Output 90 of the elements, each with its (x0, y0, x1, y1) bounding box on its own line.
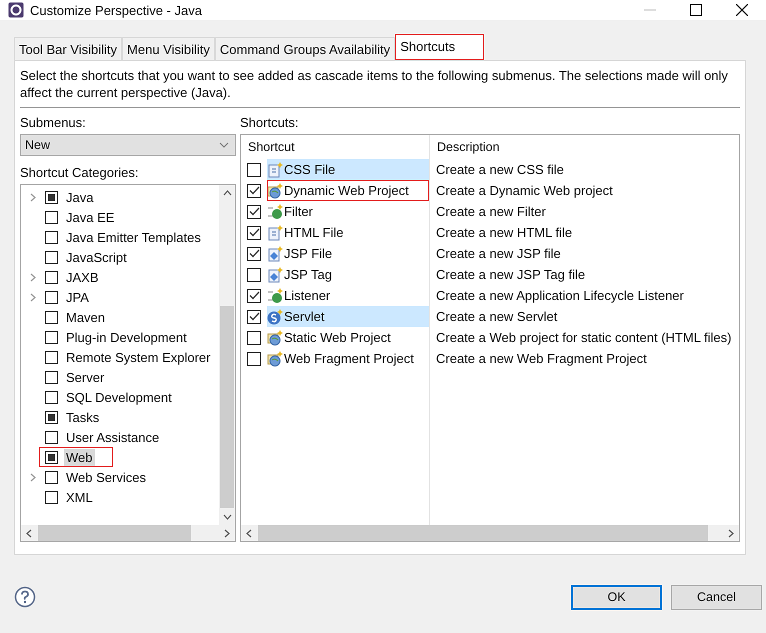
checkbox[interactable] (247, 330, 261, 344)
checkbox[interactable] (247, 352, 261, 366)
table-cell-text: Create a Web project for static content (HTML files) (435, 329, 732, 347)
table-cell-text: Create a new JSP file (435, 245, 562, 263)
category-item[interactable]: Java EE (64, 208, 116, 226)
checkbox[interactable] (45, 470, 58, 484)
shortcut-item[interactable]: CSS File (267, 159, 429, 180)
category-item[interactable]: SQL Development (64, 388, 174, 406)
dialog-button[interactable]: Cancel (671, 584, 762, 610)
checkbox[interactable] (45, 210, 58, 224)
submenus-label: Submenus: (20, 114, 87, 132)
tab[interactable]: Tool Bar Visibility (14, 37, 122, 60)
table-cell-text: Create a new Application Lifecycle Listener (435, 287, 685, 305)
category-item[interactable]: Server (64, 368, 106, 386)
category-item[interactable]: Java (64, 188, 96, 206)
checkbox[interactable] (45, 270, 58, 284)
category-item[interactable]: JavaScript (64, 248, 129, 266)
checkbox[interactable] (45, 450, 58, 464)
checkbox[interactable] (247, 310, 261, 324)
table-cell-text: Create a new HTML file (435, 224, 574, 242)
scrollbar[interactable] (21, 525, 235, 541)
category-item[interactable]: Remote System Explorer (64, 348, 212, 366)
category-item[interactable]: JPA (64, 288, 91, 306)
checkbox[interactable] (247, 204, 261, 218)
shortcut-item[interactable]: Filter (267, 201, 429, 222)
scroll-up-icon[interactable] (222, 190, 232, 196)
scroll-down-icon[interactable] (222, 514, 232, 520)
chevron-down-icon (219, 142, 229, 148)
tab[interactable]: Menu Visibility (122, 37, 215, 60)
table-cell-text: Create a new Web Fragment Project (435, 350, 648, 368)
shortcuts-label: Shortcuts: (240, 114, 300, 132)
shortcut-item[interactable]: HTML File (267, 222, 429, 243)
shortcut-item[interactable]: Dynamic Web Project (267, 180, 429, 201)
checkbox[interactable] (45, 330, 58, 344)
table-cell-text: Create a new CSS file (435, 161, 565, 179)
checkbox[interactable] (45, 290, 58, 304)
shortcut-item[interactable]: Web Fragment Project (267, 348, 429, 369)
help-icon[interactable] (14, 586, 36, 608)
submenu-dropdown[interactable]: New (20, 134, 236, 156)
instructions-text: Select the shortcuts that you want to see added as cascade items to the following submenus. The selections made will only affect the current perspective (Java). (20, 67, 729, 101)
shortcut-item[interactable]: JSP File (267, 243, 429, 264)
category-item[interactable]: User Assistance (64, 428, 162, 446)
window-title: Customize Perspective - Java (30, 2, 202, 18)
shortcut-item[interactable]: Listener (267, 285, 429, 306)
checkbox[interactable] (45, 410, 58, 424)
scroll-thumb[interactable] (38, 525, 191, 541)
category-item[interactable]: Tasks (64, 408, 102, 426)
category-item[interactable]: Java Emitter Templates (64, 228, 203, 246)
tab[interactable]: Shortcuts (395, 34, 484, 60)
checkbox[interactable] (45, 370, 58, 384)
checkbox[interactable] (247, 268, 261, 282)
column-header[interactable]: Description (430, 135, 739, 159)
scroll-left-icon[interactable] (246, 528, 252, 538)
shortcut-item[interactable]: Static Web Project (267, 327, 429, 348)
table-cell-text: Create a Dynamic Web project (435, 182, 614, 200)
checkbox[interactable] (247, 246, 261, 260)
table-cell-text: Create a new Filter (435, 203, 547, 221)
checkbox[interactable] (247, 288, 261, 302)
checkbox[interactable] (45, 490, 58, 504)
category-item[interactable]: Plug-in Development (64, 328, 189, 346)
dialog-button[interactable]: OK (571, 584, 662, 610)
checkbox[interactable] (45, 310, 58, 324)
checkbox[interactable] (247, 184, 261, 198)
checkbox[interactable] (45, 430, 58, 444)
tab[interactable]: Command Groups Availability (214, 37, 396, 60)
category-item[interactable]: Web (64, 448, 94, 466)
scrollbar[interactable] (219, 185, 235, 525)
table-cell-text: Create a new Servlet (435, 308, 558, 326)
checkbox[interactable] (45, 350, 58, 364)
checkbox[interactable] (45, 390, 58, 404)
category-item[interactable]: Web Services (64, 468, 148, 486)
close-icon[interactable] (736, 4, 748, 16)
category-item[interactable]: XML (64, 488, 95, 506)
checkbox[interactable] (45, 190, 58, 204)
checkbox[interactable] (45, 230, 58, 244)
checkbox[interactable] (247, 162, 261, 176)
scroll-left-icon[interactable] (26, 528, 32, 538)
table-cell-text: Create a new JSP Tag file (435, 266, 586, 284)
maximize-icon[interactable] (690, 4, 702, 16)
scroll-thumb[interactable] (220, 306, 234, 508)
checkbox[interactable] (247, 226, 261, 240)
column-header[interactable]: Shortcut (241, 135, 429, 159)
shortcut-item[interactable]: Servlet (267, 306, 429, 327)
shortcut-item[interactable]: JSP Tag (267, 264, 429, 285)
category-item[interactable]: JAXB (64, 268, 101, 286)
checkbox[interactable] (45, 250, 58, 264)
scroll-right-icon[interactable] (728, 528, 734, 538)
categories-label: Shortcut Categories: (20, 164, 140, 182)
category-item[interactable]: Maven (64, 308, 108, 326)
scroll-right-icon[interactable] (224, 528, 230, 538)
